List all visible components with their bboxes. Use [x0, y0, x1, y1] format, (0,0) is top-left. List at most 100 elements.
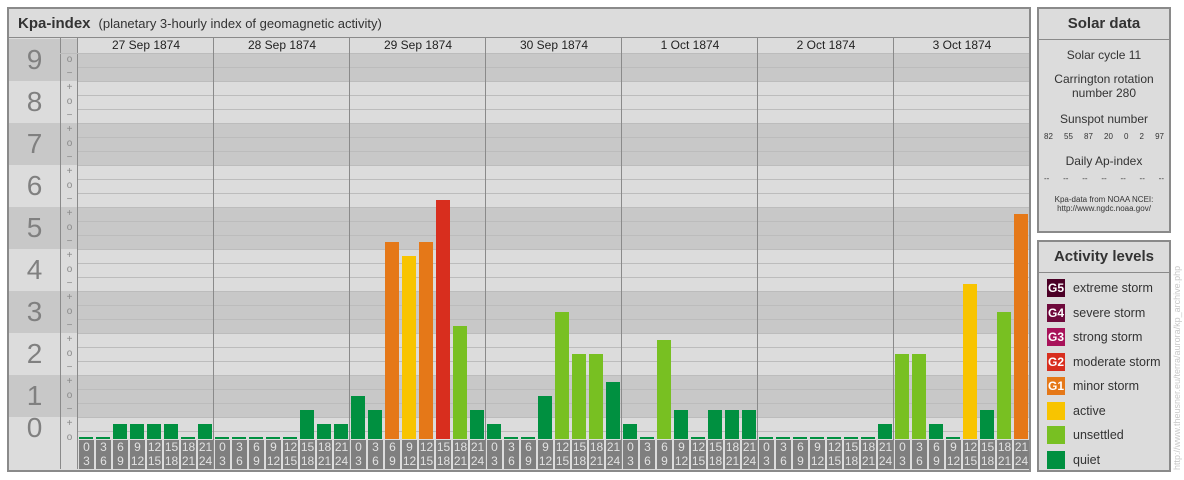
kp-bar[interactable]: [181, 437, 195, 439]
date-label: 28 Sep 1874: [247, 38, 317, 52]
hour-end: 3: [83, 454, 90, 468]
levels-title: Activity levels: [1039, 242, 1169, 273]
hour-start: 9: [406, 440, 413, 454]
kp-bar[interactable]: [844, 437, 858, 439]
kp-bar[interactable]: [79, 437, 93, 439]
kp-bar[interactable]: [351, 396, 365, 439]
kp-bar[interactable]: [147, 424, 161, 439]
hour-end: 12: [946, 454, 961, 468]
kp-bar[interactable]: [997, 312, 1011, 439]
hour-label: 18 21: [861, 440, 876, 469]
hour-start: 0: [899, 440, 906, 454]
kp-bar[interactable]: [283, 437, 297, 439]
kp-bar[interactable]: [130, 424, 144, 439]
title-sub: (planetary 3-hourly index of geomagnetic…: [98, 16, 382, 31]
kp-bar[interactable]: [589, 354, 603, 439]
kp-bar[interactable]: [946, 437, 960, 439]
kp-band-0: [9, 417, 1029, 439]
kp-bar[interactable]: [504, 437, 518, 439]
kp-bar[interactable]: [266, 437, 280, 439]
kp-bar[interactable]: [215, 437, 229, 439]
kp-bar[interactable]: [334, 424, 348, 439]
kp-bar[interactable]: [317, 424, 331, 439]
hour-label: 69: [521, 440, 536, 469]
kp-bar[interactable]: [572, 354, 586, 439]
kp-bar[interactable]: [742, 410, 756, 439]
kp-bar[interactable]: [419, 242, 433, 439]
day-divider: [213, 38, 214, 469]
hour-end: 15: [827, 454, 842, 468]
y-tick-label: 4: [26, 254, 43, 285]
grid-line: [78, 319, 1029, 320]
kp-bar[interactable]: [249, 437, 263, 439]
hour-end: 12: [674, 454, 689, 468]
hour-label: 03: [351, 440, 366, 469]
kp-bar[interactable]: [895, 354, 909, 439]
kp-bar[interactable]: [521, 437, 535, 439]
hour-end: 3: [491, 454, 498, 468]
kp-bar[interactable]: [453, 326, 467, 439]
kp-bar[interactable]: [878, 424, 892, 439]
kp-bar[interactable]: [555, 312, 569, 439]
date-label: 30 Sep 1874: [519, 38, 589, 52]
kp-bar[interactable]: [470, 410, 484, 439]
kp-bar[interactable]: [725, 410, 739, 439]
kp-bar[interactable]: [640, 437, 654, 439]
data-source-url[interactable]: http://www.ngdc.noaa.gov/: [1039, 204, 1169, 213]
kp-bar[interactable]: [827, 437, 841, 439]
kp-bar[interactable]: [368, 410, 382, 439]
hour-end: 24: [606, 454, 621, 468]
kp-bar[interactable]: [708, 410, 722, 439]
kp-bar[interactable]: [912, 354, 926, 439]
kp-bar[interactable]: [657, 340, 671, 439]
hour-label: 69: [929, 440, 944, 469]
kp-bar[interactable]: [300, 410, 314, 439]
kp-bar[interactable]: [623, 424, 637, 439]
kp-bar[interactable]: [113, 424, 127, 439]
kp-bar[interactable]: [793, 437, 807, 439]
levels-legend: G5 extreme storm G4 severe storm G3 strong st…: [1039, 273, 1169, 472]
kp-bar[interactable]: [385, 242, 399, 439]
kp-bar[interactable]: [538, 396, 552, 439]
kp-band-4: [9, 249, 1029, 291]
hour-start: 6: [253, 440, 260, 454]
hour-label: 18 21: [997, 440, 1012, 469]
level-label: moderate storm: [1073, 354, 1161, 369]
kp-bar[interactable]: [606, 382, 620, 439]
hour-end: 6: [780, 454, 787, 468]
kp-bar[interactable]: [674, 410, 688, 439]
kp-bar[interactable]: [436, 200, 450, 439]
activity-levels-panel: Activity levels G5 extreme storm G4 severe …: [1037, 240, 1171, 472]
kp-bar[interactable]: [96, 437, 110, 439]
kp-bar[interactable]: [691, 437, 705, 439]
kp-bar[interactable]: [980, 410, 994, 439]
kp-bar[interactable]: [164, 424, 178, 439]
kp-bar[interactable]: [402, 256, 416, 439]
kp-bar[interactable]: [759, 437, 773, 439]
kp-bar[interactable]: [963, 284, 977, 439]
kp-bar[interactable]: [861, 437, 875, 439]
kp-bar[interactable]: [487, 424, 501, 439]
kp-bar[interactable]: [232, 437, 246, 439]
grid-line: [78, 207, 1029, 208]
grid-line: [78, 263, 1029, 264]
day-divider: [621, 38, 622, 469]
hour-start: 0: [83, 440, 90, 454]
carrington-rotation: Carrington rotation number 280: [1054, 72, 1154, 100]
hour-end: 12: [402, 454, 417, 468]
hour-label: 21 24: [1014, 440, 1029, 469]
kp-bar[interactable]: [776, 437, 790, 439]
kp-bar[interactable]: [810, 437, 824, 439]
grid-line: [78, 137, 1029, 138]
hour-label: 9 12: [538, 440, 553, 469]
hour-label: 15 18: [572, 440, 587, 469]
kp-bar[interactable]: [1014, 214, 1028, 439]
hour-start: 15: [572, 440, 587, 454]
kp-bar[interactable]: [929, 424, 943, 439]
sign-label: +: [66, 418, 73, 429]
hour-end: 6: [508, 454, 515, 468]
hour-label: 03: [623, 440, 638, 469]
kp-bar[interactable]: [198, 424, 212, 439]
hour-start: 3: [916, 440, 923, 454]
hour-label: 69: [793, 440, 808, 469]
